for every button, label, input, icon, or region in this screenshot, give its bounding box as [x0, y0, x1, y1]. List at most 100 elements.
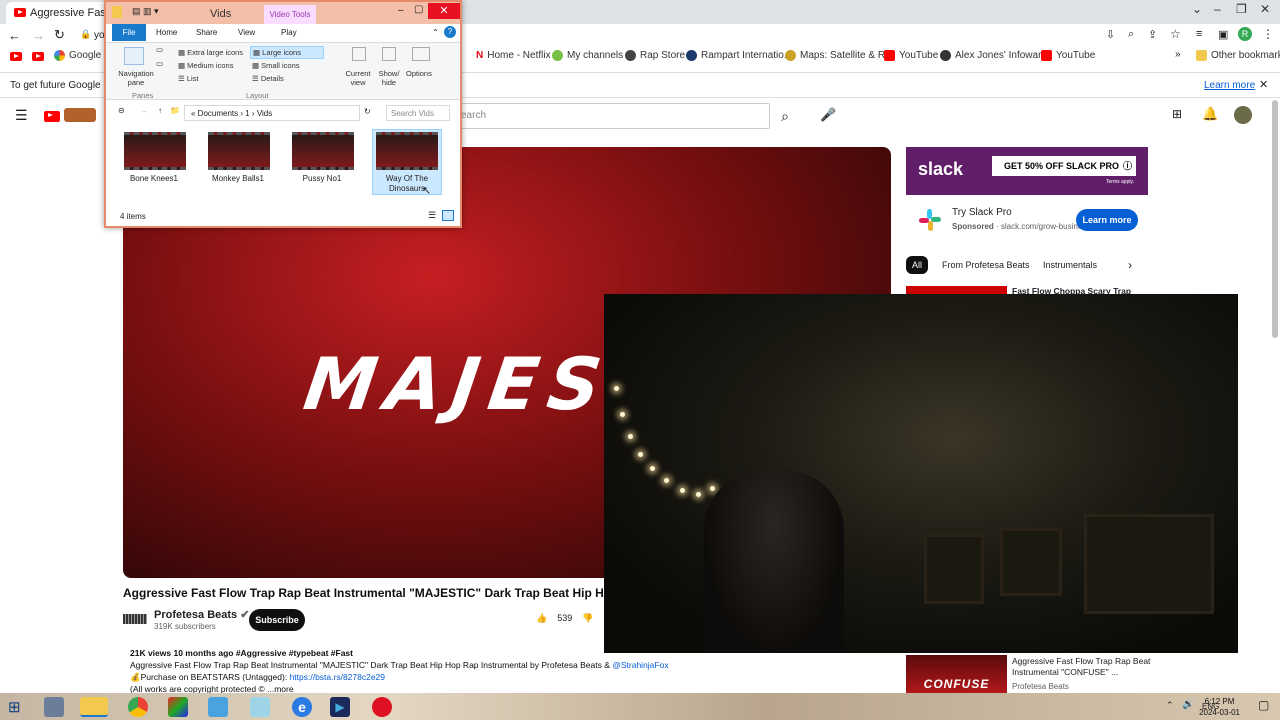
subscribe-button[interactable]: Subscribe [249, 609, 305, 631]
video-thumbnail[interactable] [292, 132, 354, 170]
youtube-logo-icon[interactable] [44, 111, 60, 122]
minimize-icon[interactable]: – [398, 5, 404, 16]
bookmark-youtube[interactable]: YouTube [884, 50, 938, 61]
camera-app-icon[interactable] [372, 697, 392, 717]
file-name[interactable]: Way Of The Dinosaurs [372, 174, 442, 194]
restore-icon[interactable]: ❐ [1236, 2, 1247, 16]
doodle-logo[interactable] [64, 108, 96, 122]
view-medium[interactable]: ▦ Medium icons [178, 61, 233, 70]
file-explorer-taskbar-icon[interactable] [80, 697, 108, 717]
current-view-button[interactable]: Current view [342, 69, 374, 87]
chip-instrumentals[interactable]: Instrumentals [1037, 256, 1103, 274]
microphone-icon[interactable]: 🎤 [820, 107, 836, 123]
ad-title[interactable]: Try Slack Pro [952, 207, 1012, 218]
show-hide-button[interactable]: Show/ hide [374, 69, 404, 87]
bookmark-infowars[interactable]: Alex Jones' Infowar... [940, 50, 1049, 61]
notification-icon[interactable]: ▢ [1258, 698, 1269, 712]
search-icon[interactable]: ⌕ [770, 103, 800, 129]
view-extra-large[interactable]: ▦ Extra large icons [178, 48, 243, 57]
up-icon[interactable]: ↑ [158, 106, 162, 115]
clock[interactable]: 6:12 PM 2024-03-01 [1199, 696, 1240, 718]
youtube-bookmark-icon[interactable] [32, 52, 44, 61]
bookmark-netflix[interactable]: N Home - Netflix [476, 50, 551, 61]
zoom-icon[interactable]: ⌕ [1128, 28, 1134, 41]
chevron-up-icon[interactable]: ⌃ [1166, 700, 1174, 711]
view-small[interactable]: ▦ Small icons [252, 61, 300, 70]
info-icon[interactable]: ⓘ [1123, 159, 1132, 172]
bookmark-other[interactable]: Other bookmarks [1196, 50, 1280, 61]
close-icon[interactable]: ✕ [1259, 78, 1268, 91]
close-icon[interactable]: ✕ [428, 3, 460, 19]
file-name[interactable]: Bone Knees1 [114, 174, 194, 183]
create-icon[interactable]: ⊞ [1172, 107, 1182, 121]
more-bookmarks-icon[interactable]: » [1175, 49, 1181, 60]
refresh-icon[interactable]: ↻ [364, 107, 371, 116]
channel-name[interactable]: Profetesa Beats ✔ [154, 608, 249, 621]
path-input[interactable]: « Documents › 1 › Vids [184, 105, 360, 121]
chip-all[interactable]: All [906, 256, 929, 274]
file-name[interactable]: Monkey Balls1 [198, 174, 278, 183]
like-button[interactable]: 👍 539 👎 [536, 613, 593, 624]
minimize-icon[interactable]: – [1214, 2, 1221, 16]
tab-share[interactable]: Share [196, 28, 217, 37]
recommended-thumbnail[interactable]: CONFUSE [906, 655, 1007, 693]
start-icon[interactable]: ⊞ [8, 698, 21, 716]
explorer-titlebar[interactable]: ▤ ▥ ▾ Vids Video Tools – ▢ ✕ [106, 2, 460, 24]
large-icons-view-icon[interactable] [442, 210, 454, 221]
ad-banner[interactable]: slack GET 50% OFF SLACK PRO ⓘ Terms apply… [906, 147, 1148, 195]
avatar[interactable] [1234, 106, 1252, 124]
video-thumbnail[interactable] [376, 132, 438, 170]
view-details[interactable]: ☰ Details [252, 74, 284, 83]
bookmark-youtube-2[interactable]: YouTube [1041, 50, 1095, 61]
install-icon[interactable]: ⇩ [1106, 28, 1115, 41]
forward-icon[interactable]: → [140, 106, 148, 115]
recommended-title[interactable]: Aggressive Fast Flow Trap Rap Beat Instr… [1012, 656, 1152, 678]
video-thumbnail[interactable] [124, 132, 186, 170]
tab-home[interactable]: Home [156, 28, 177, 37]
reload-icon[interactable]: ↻ [54, 27, 65, 43]
video-thumbnail[interactable] [208, 132, 270, 170]
channel-avatar[interactable] [123, 614, 147, 624]
hamburger-menu-icon[interactable]: ☰ [15, 107, 28, 124]
bookmark-google[interactable]: Google [54, 50, 101, 61]
thumbs-down-icon[interactable]: 👎 [582, 613, 593, 624]
chevron-down-icon[interactable]: ⌄ [1192, 2, 1202, 16]
preview-pane-icon[interactable]: ▭ [156, 45, 163, 54]
tab-play[interactable]: Play [281, 28, 297, 37]
chevron-up-icon[interactable]: ⌃ [432, 28, 439, 37]
view-large[interactable]: ▦ Large icons [250, 46, 324, 59]
browser-tab[interactable]: Aggressive Fast Flow [6, 2, 110, 24]
bookmark-rap-store[interactable]: Rap Store [625, 50, 685, 61]
tab-view[interactable]: View [234, 28, 259, 37]
forward-icon[interactable]: → [32, 28, 45, 43]
view-list[interactable]: ☰ List [178, 74, 198, 83]
bookmark-maps[interactable]: Maps: Satellite & R... [785, 50, 893, 61]
file-name[interactable]: Pussy No1 [282, 174, 362, 183]
app-icon[interactable] [208, 697, 228, 717]
back-icon[interactable]: ← [8, 28, 21, 43]
file-explorer-window[interactable]: ▤ ▥ ▾ Vids Video Tools – ▢ ✕ Home Share … [104, 0, 462, 228]
search-input[interactable]: earch [450, 103, 770, 129]
star-icon[interactable]: ☆ [1170, 27, 1181, 41]
quick-access-icon[interactable]: ▤ ▥ ▾ [132, 6, 159, 17]
beatstars-link[interactable]: https://bsta.rs/8278c2e29 [290, 672, 385, 682]
close-icon[interactable]: ✕ [1260, 2, 1270, 16]
details-pane-icon[interactable]: ▭ [156, 59, 163, 68]
video-tools-tab[interactable]: Video Tools [264, 5, 316, 24]
bookmark-rampart[interactable]: Rampart Internatio... [686, 50, 792, 61]
reading-list-icon[interactable]: ≡ [1196, 28, 1202, 40]
app-icon[interactable] [250, 697, 270, 717]
maximize-icon[interactable]: ▢ [414, 4, 423, 15]
profile-avatar[interactable]: R [1238, 27, 1252, 41]
help-icon[interactable]: ? [444, 26, 456, 38]
share-icon[interactable]: ⇪ [1148, 28, 1157, 41]
video-description[interactable]: 21K views 10 months ago #Aggressive #typ… [130, 647, 670, 695]
chrome-icon[interactable] [128, 697, 148, 717]
recommended-thumbnail[interactable] [906, 286, 1007, 294]
internet-explorer-icon[interactable]: e [292, 697, 312, 717]
menu-icon[interactable]: ⋮ [1262, 27, 1274, 41]
navigation-pane-button[interactable]: Navigation pane [114, 69, 158, 87]
details-view-icon[interactable]: ☰ [428, 210, 436, 221]
sidepanel-icon[interactable]: ▣ [1218, 28, 1228, 41]
bell-icon[interactable]: 🔔 [1202, 106, 1218, 122]
